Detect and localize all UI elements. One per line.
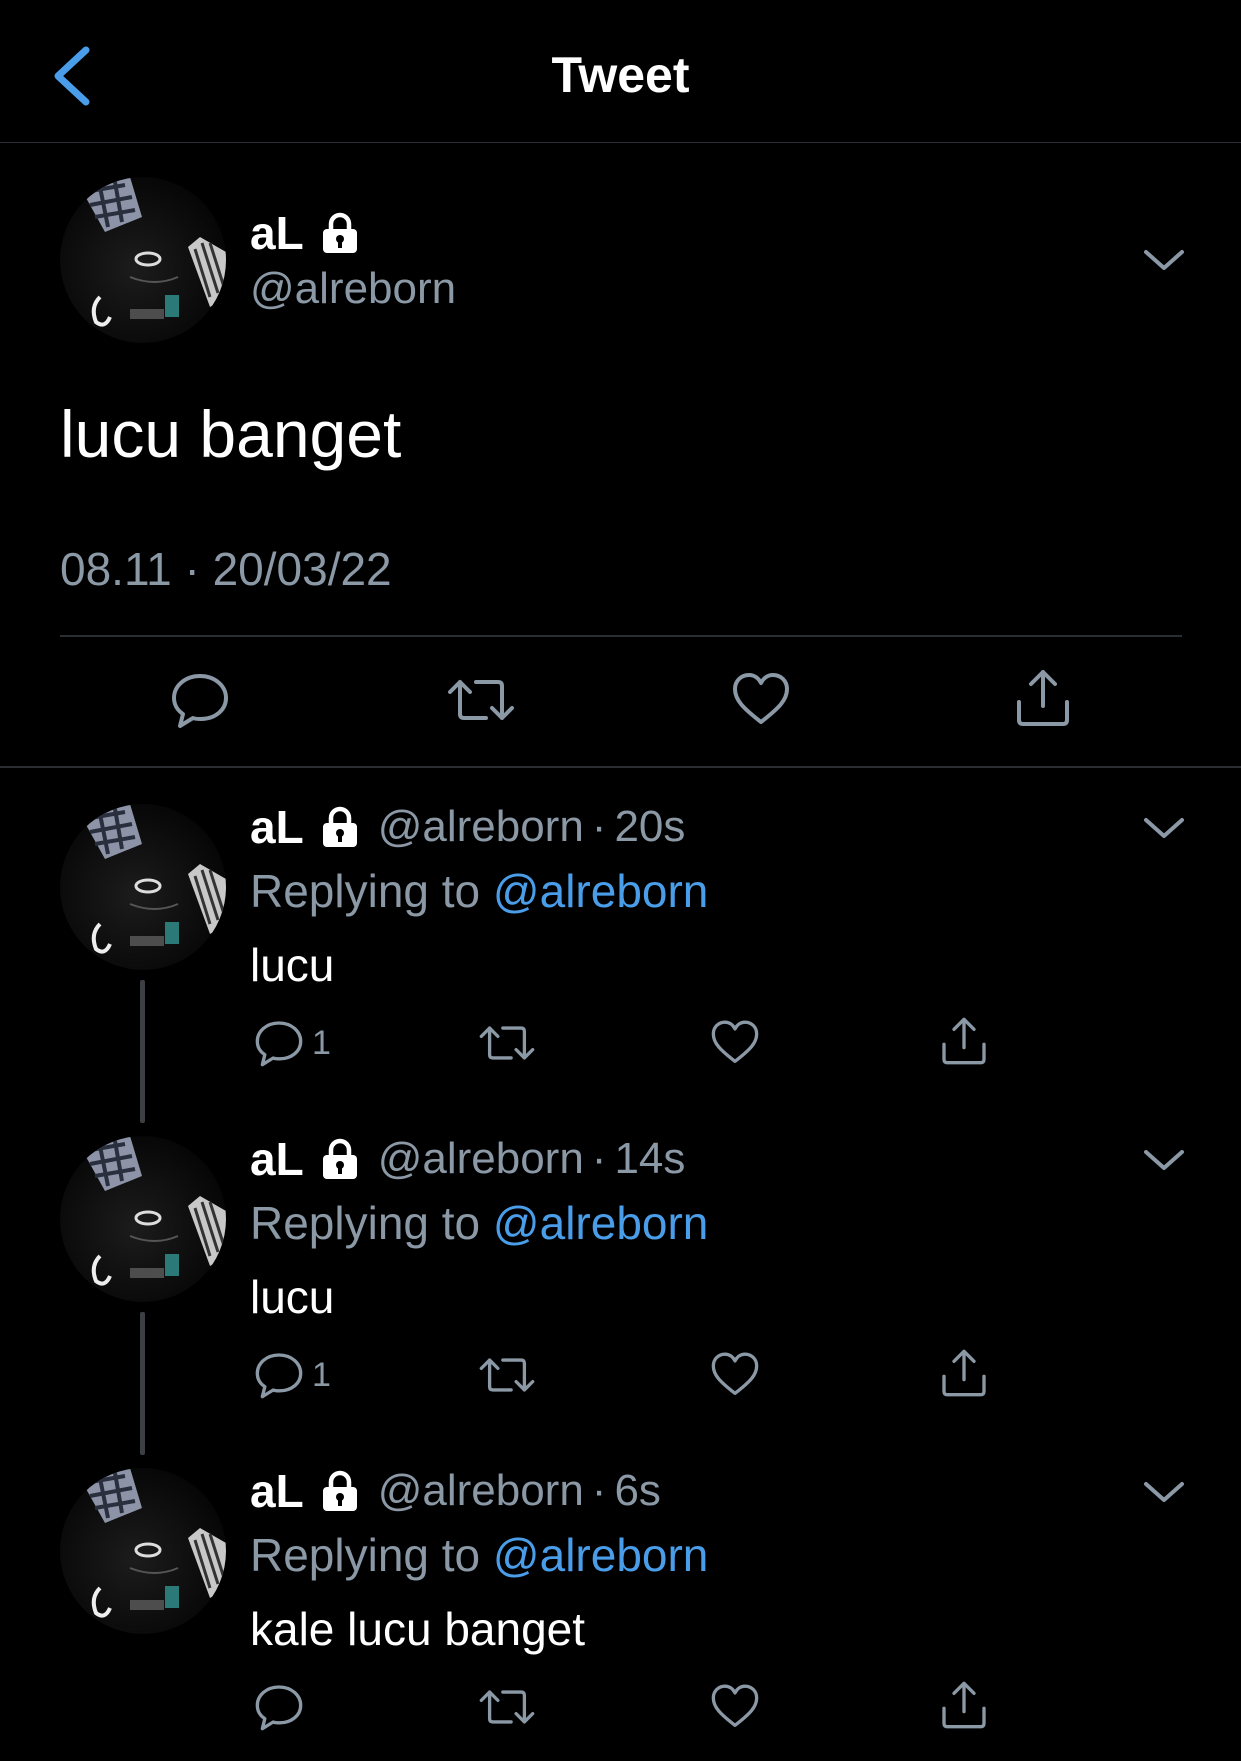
author-row: aL @alreborn · 14s [250,1132,685,1186]
author-handle[interactable]: @alreborn [250,264,456,314]
tweet-timestamp: 08.11 · 20/03/22 [60,543,392,595]
reply-text: kale lucu banget [250,1603,586,1655]
mention-link[interactable]: @alreborn [493,1197,708,1249]
lock-icon [318,211,362,255]
avatar[interactable] [60,177,226,343]
share-button[interactable] [939,1348,989,1398]
lock-icon [318,1469,362,1513]
comment-icon [170,670,230,730]
heart-icon [710,1018,760,1068]
chevron-down-icon[interactable] [1142,246,1186,276]
avatar[interactable] [60,804,226,970]
tweet-text: lucu banget [60,397,402,471]
separator: · [591,1466,607,1515]
avatar[interactable] [60,1468,226,1634]
heart-icon [731,670,791,730]
separator: · [591,802,607,851]
display-name[interactable]: aL [250,1132,304,1186]
author-handle[interactable]: @alreborn [378,1466,584,1516]
comment-icon [254,1682,304,1732]
retweet-button[interactable] [478,1350,536,1400]
replying-to: Replying to @alreborn [250,1528,708,1582]
author-handle[interactable]: @alreborn [378,802,584,852]
retweet-button[interactable] [478,1018,536,1068]
reply-button[interactable]: 1 [254,1018,331,1068]
retweet-icon [478,1018,536,1068]
reply-tweet[interactable]: aL @alreborn · 20s Replying to @alreborn… [0,800,1241,1130]
like-button[interactable] [731,670,791,730]
share-button[interactable] [1013,668,1073,728]
reply-count: 1 [312,1023,331,1062]
reply-text: lucu [250,1271,335,1323]
lock-icon [318,1137,362,1181]
replying-label: Replying to [250,1529,481,1581]
retweet-icon [446,670,516,730]
divider [0,766,1241,768]
relative-time: 20s [614,802,686,851]
like-button[interactable] [710,1018,760,1068]
relative-time: 6s [614,1466,661,1515]
chevron-down-icon[interactable] [1142,1146,1186,1176]
top-bar: Tweet [0,0,1241,143]
reply-count: 1 [312,1355,331,1394]
retweet-button[interactable] [478,1682,536,1732]
reply-button[interactable] [170,670,230,730]
share-icon [939,1016,989,1066]
retweet-icon [478,1350,536,1400]
reply-tweet[interactable]: aL @alreborn · 14s Replying to @alreborn… [0,1132,1241,1462]
heart-icon [710,1350,760,1400]
chevron-down-icon[interactable] [1142,1478,1186,1508]
share-icon [1013,668,1073,728]
relative-time: 14s [614,1134,686,1183]
reply-button[interactable] [254,1682,312,1732]
replying-label: Replying to [250,1197,481,1249]
display-name[interactable]: aL [250,1464,304,1518]
lock-icon [318,805,362,849]
divider [60,635,1182,637]
like-button[interactable] [710,1350,760,1400]
page-title: Tweet [551,47,690,103]
share-button[interactable] [939,1016,989,1066]
author-row: aL [250,206,362,260]
share-icon [939,1680,989,1730]
reply-text: lucu [250,939,335,991]
author-row: aL @alreborn · 20s [250,800,685,854]
author-handle[interactable]: @alreborn [378,1134,584,1184]
comment-icon [254,1018,304,1068]
replying-to: Replying to @alreborn [250,864,708,918]
display-name[interactable]: aL [250,206,304,260]
comment-icon [254,1350,304,1400]
avatar[interactable] [60,1136,226,1302]
like-button[interactable] [710,1682,760,1732]
heart-icon [710,1682,760,1732]
chevron-down-icon[interactable] [1142,814,1186,844]
author-row: aL @alreborn · 6s [250,1464,661,1518]
share-button[interactable] [939,1680,989,1730]
mention-link[interactable]: @alreborn [493,865,708,917]
mention-link[interactable]: @alreborn [493,1529,708,1581]
reply-tweet[interactable]: aL @alreborn · 6s Replying to @alreborn … [0,1464,1241,1761]
replying-to: Replying to @alreborn [250,1196,708,1250]
separator: · [591,1134,607,1183]
retweet-button[interactable] [446,670,516,730]
retweet-icon [478,1682,536,1732]
replying-label: Replying to [250,865,481,917]
display-name[interactable]: aL [250,800,304,854]
reply-button[interactable]: 1 [254,1350,331,1400]
share-icon [939,1348,989,1398]
